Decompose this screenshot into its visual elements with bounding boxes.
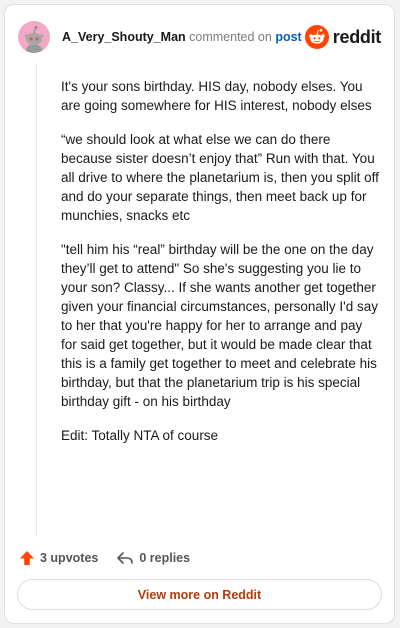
comment-paragraph: “we should look at what else we can do t… <box>61 132 379 223</box>
embedded-comment-card: A_Very_Shouty_Man commented on post redd… <box>4 4 395 624</box>
reddit-logo-icon <box>304 25 329 49</box>
replies-button[interactable]: 0 replies <box>116 550 190 566</box>
thread-line <box>36 63 37 535</box>
commented-on-text: commented on <box>189 30 272 44</box>
post-link[interactable]: post <box>275 30 301 44</box>
comment-paragraph: "tell him his “real” birthday will be th… <box>61 242 378 409</box>
upvote-count: 3 upvotes <box>40 551 99 565</box>
comment-paragraph: Edit: Totally NTA of course <box>61 428 219 443</box>
comment-body: It's your sons birthday. HIS day, nobody… <box>61 77 381 460</box>
reply-count: 0 replies <box>139 551 191 565</box>
view-more-on-reddit-button[interactable]: View more on Reddit <box>17 579 382 610</box>
reply-arrow-icon <box>117 552 134 564</box>
comment-meta: A_Very_Shouty_Man commented on post <box>62 30 302 44</box>
comment-header: A_Very_Shouty_Man commented on post redd… <box>18 19 381 55</box>
username-link[interactable]: A_Very_Shouty_Man <box>62 30 186 44</box>
snoo-avatar-icon <box>24 26 44 53</box>
comment-actions: 3 upvotes 0 replies <box>19 546 190 570</box>
reddit-brand[interactable]: reddit <box>304 25 382 49</box>
avatar[interactable] <box>18 21 50 53</box>
reddit-wordmark: reddit <box>332 26 382 47</box>
upvote-arrow-icon <box>20 551 34 565</box>
comment-paragraph: It's your sons birthday. HIS day, nobody… <box>61 79 372 113</box>
upvote-button[interactable]: 3 upvotes <box>19 550 98 566</box>
